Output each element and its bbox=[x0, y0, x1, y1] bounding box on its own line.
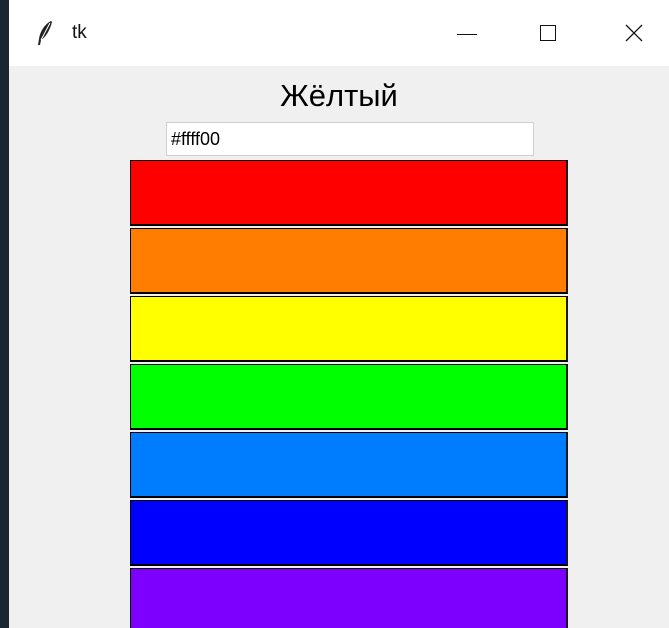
tk-window: tk Жёлтый bbox=[9, 0, 669, 628]
title-bar[interactable]: tk bbox=[9, 0, 669, 66]
window-title: tk bbox=[72, 22, 87, 43]
color-name-label: Жёлтый bbox=[280, 78, 398, 113]
stripe-violet[interactable] bbox=[130, 568, 568, 628]
maximize-button[interactable] bbox=[513, 0, 583, 66]
stripe-orange[interactable] bbox=[130, 228, 568, 294]
stripe-light-blue[interactable] bbox=[130, 432, 568, 498]
minimize-button[interactable] bbox=[432, 0, 502, 66]
stripe-red[interactable] bbox=[130, 160, 568, 226]
stripe-green[interactable] bbox=[130, 364, 568, 430]
minimize-icon bbox=[457, 33, 477, 35]
close-button[interactable] bbox=[599, 0, 669, 66]
maximize-icon bbox=[540, 25, 556, 41]
stripe-blue[interactable] bbox=[130, 500, 568, 566]
stripe-yellow[interactable] bbox=[130, 296, 568, 362]
close-icon bbox=[625, 24, 643, 42]
feather-icon bbox=[38, 21, 52, 45]
desktop-edge bbox=[0, 0, 9, 628]
hex-value-field[interactable] bbox=[166, 122, 534, 156]
